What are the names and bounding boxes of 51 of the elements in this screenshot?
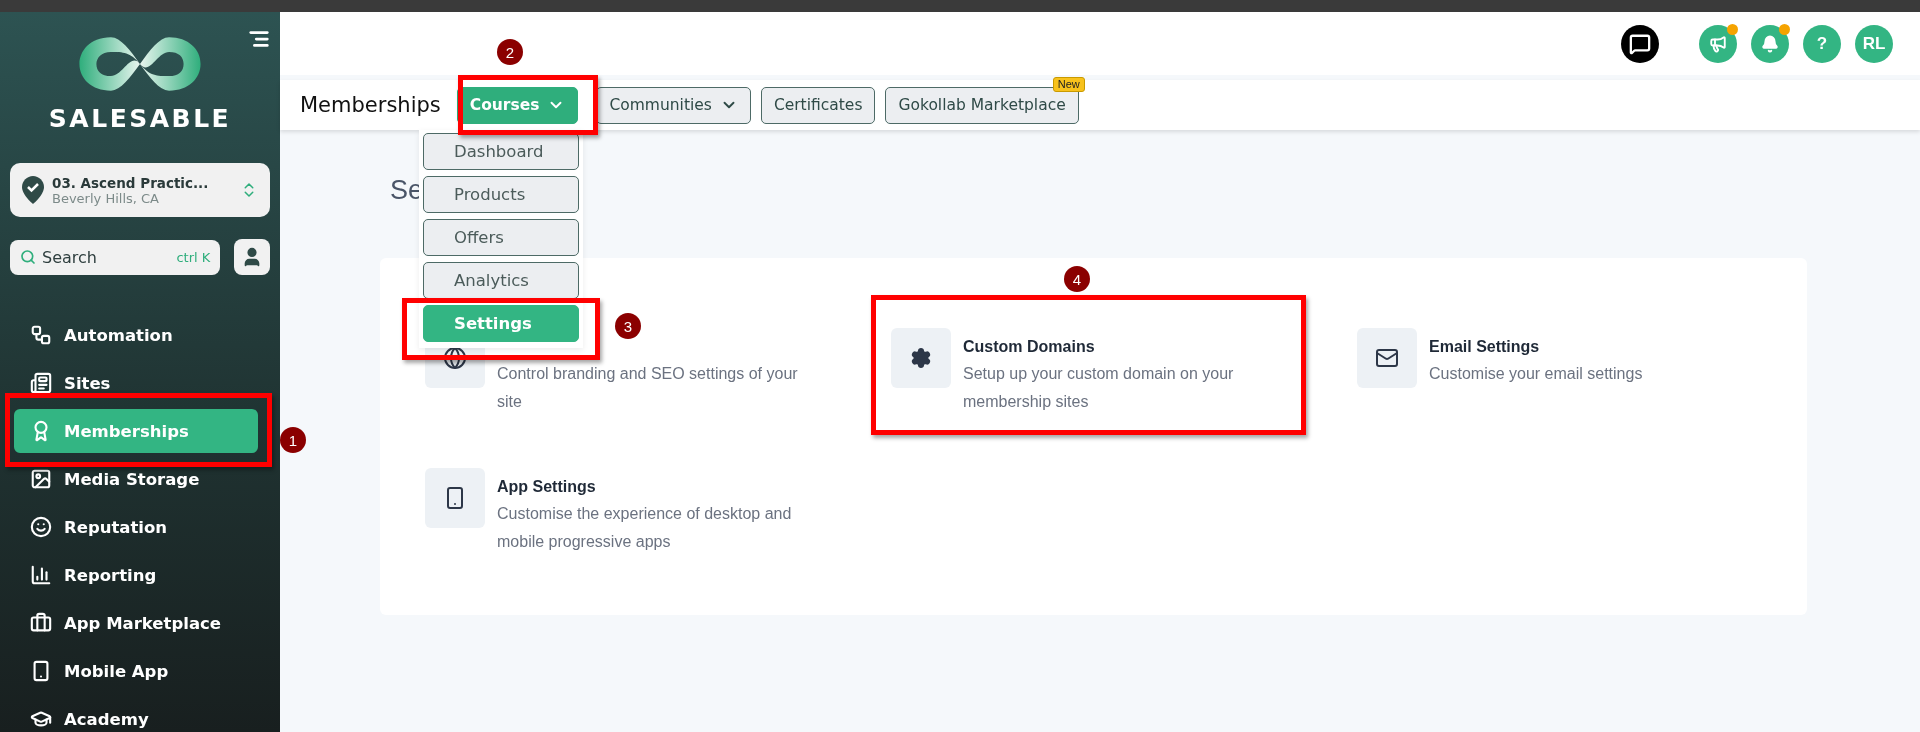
mail-icon [1375, 346, 1399, 370]
sidebar-item[interactable]: Media Storage [30, 457, 258, 501]
smile-icon [30, 516, 52, 538]
setting-description: Control branding and SEO settings of your site [497, 364, 799, 412]
section-title: Memberships [300, 93, 441, 117]
sidebar-item[interactable]: App Marketplace [30, 601, 258, 645]
megaphone-icon [1709, 34, 1727, 53]
setting-icon-tile[interactable] [1357, 328, 1417, 388]
menu-item[interactable]: Offers [423, 219, 579, 256]
sidebar-item[interactable]: Reputation [30, 505, 258, 549]
shortcut-hint: ctrl K [176, 249, 211, 265]
new-badge: New [1052, 76, 1085, 92]
location-city: Beverly Hills, CA [52, 190, 160, 206]
briefcase-icon [30, 612, 52, 634]
logo-text: SALESABLE [48, 104, 232, 133]
bell-icon [1761, 34, 1779, 53]
newspaper-icon [30, 372, 52, 394]
search-field[interactable]: Search ctrl K [10, 239, 221, 275]
bell-button[interactable] [1751, 24, 1789, 63]
nav-tab[interactable]: Communities [596, 86, 751, 124]
location-name: 03. Ascend Practic... [52, 174, 210, 191]
nav-tab[interactable]: Certificates [760, 86, 876, 124]
location-selector[interactable]: 03. Ascend Practic... Beverly Hills, CA [10, 163, 270, 217]
sidebar-item[interactable]: Automation [30, 313, 258, 357]
sidebar-item[interactable]: Academy [30, 697, 258, 732]
setting-description: Customise the experience of desktop and mobile progressive apps [497, 504, 793, 552]
image-icon [30, 468, 52, 490]
setting-description: Customise your email settings [1429, 364, 1644, 384]
menu-item[interactable]: Analytics [423, 262, 579, 299]
setting-description: Setup up your custom domain on your membership sites [963, 364, 1235, 412]
sidebar-item[interactable]: Mobile App [30, 649, 258, 693]
menu-item[interactable]: Dashboard [423, 133, 579, 170]
bar-chart-icon [30, 564, 52, 586]
setting-title[interactable]: App Settings [497, 476, 817, 498]
network-icon [30, 324, 52, 346]
megaphone-button[interactable] [1699, 24, 1737, 63]
sidebar-item[interactable]: Sites [30, 361, 258, 405]
chat-icon [1629, 32, 1651, 55]
menu-item[interactable]: Products [423, 176, 579, 213]
sidebar-item[interactable]: Reporting [30, 553, 258, 597]
setting-icon-tile[interactable] [425, 468, 485, 528]
globe-icon [443, 346, 467, 370]
map-pin-icon [22, 176, 44, 204]
setting-title[interactable]: Email Settings [1429, 336, 1749, 358]
search-icon [20, 249, 36, 265]
user-button[interactable] [234, 239, 270, 275]
step-marker: 1 [280, 427, 306, 453]
setting-icon-tile[interactable] [891, 328, 951, 388]
chat-button[interactable] [1621, 24, 1659, 63]
menu-icon[interactable] [248, 28, 270, 50]
setting-title[interactable]: Custom Domains [963, 336, 1283, 358]
